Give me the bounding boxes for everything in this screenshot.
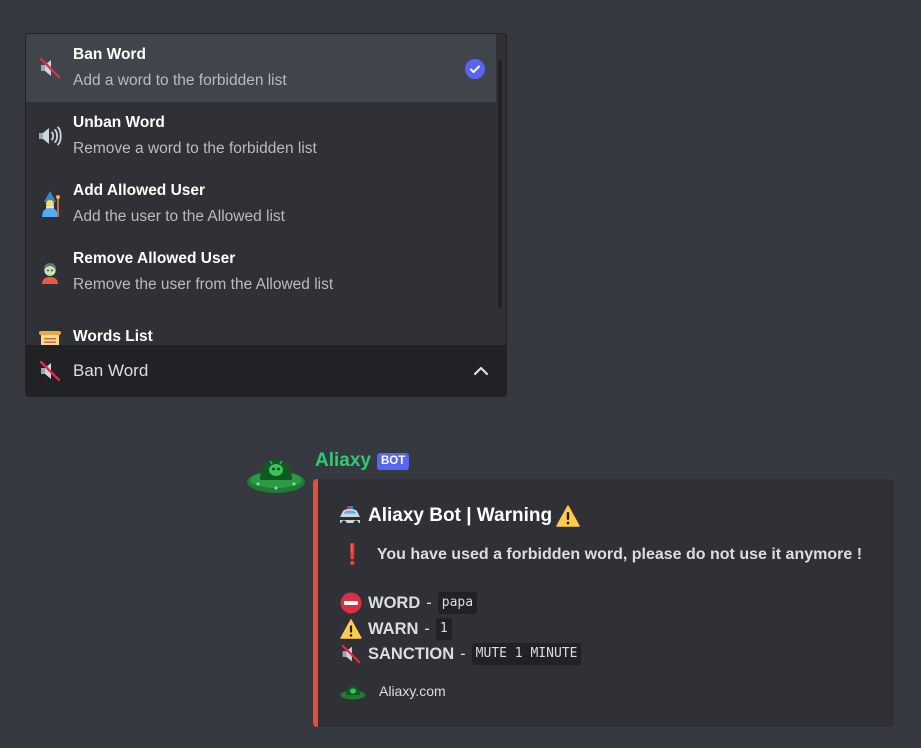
footer-text: Aliaxy.com (379, 683, 446, 699)
option-title: Remove Allowed User (73, 250, 236, 267)
option-title: Ban Word (73, 46, 146, 63)
message-header: Aliaxy BOT (315, 450, 410, 472)
field-name: WARN (368, 619, 419, 638)
zombie-icon (36, 258, 64, 286)
field-value: 1 (435, 618, 452, 640)
embed-description: ❗ You have used a forbidden word, please… (340, 542, 862, 567)
option-title: Words List (73, 328, 153, 345)
embed-title-text: Aliaxy Bot | Warning (368, 505, 553, 526)
field-value: MUTE 1 MINUTE (471, 643, 582, 665)
field-value: papa (437, 592, 478, 614)
embed: Aliaxy Bot | Warning ❗ You have used a f… (313, 479, 894, 727)
option-title: Unban Word (73, 114, 165, 131)
embed-description-text: You have used a forbidden word, please d… (376, 545, 863, 563)
muted-speaker-icon (340, 643, 362, 665)
scroll-icon (36, 326, 64, 347)
police-car-icon (338, 504, 362, 528)
option-description: Add a word to the forbidden list (73, 72, 287, 89)
options-scrollbar[interactable] (498, 60, 502, 308)
warning-icon (340, 618, 362, 640)
option-remove-allowed-user[interactable]: Remove Allowed User Remove the user from… (26, 238, 496, 306)
embed-field-warn: WARN - 1 (340, 618, 452, 640)
exclamation-icon: ❗ (340, 544, 365, 566)
speaker-icon (36, 122, 64, 150)
field-name: SANCTION (368, 644, 455, 663)
option-words-list[interactable]: Words List (26, 306, 496, 347)
option-add-allowed-user[interactable]: Add Allowed User Add the user to the All… (26, 170, 496, 238)
select-menu: Ban Word Add a word to the forbidden lis… (25, 33, 507, 397)
embed-field-sanction: SANCTION - MUTE 1 MINUTE (340, 643, 582, 665)
chevron-up-icon[interactable] (472, 362, 490, 380)
avatar[interactable] (246, 448, 306, 494)
field-name: WORD (368, 593, 421, 612)
bot-tag: BOT (376, 452, 410, 470)
option-description: Remove a word to the forbidden list (73, 140, 317, 157)
muted-speaker-icon (36, 54, 64, 82)
embed-footer: Aliaxy.com (340, 682, 446, 700)
field-separator: - (424, 619, 430, 638)
no-entry-icon (340, 592, 362, 614)
option-description: Add the user to the Allowed list (73, 208, 285, 225)
warning-icon (556, 504, 580, 528)
checkmark-icon (465, 59, 485, 79)
option-unban-word[interactable]: Unban Word Remove a word to the forbidde… (26, 102, 496, 170)
option-ban-word[interactable]: Ban Word Add a word to the forbidden lis… (26, 34, 496, 102)
selected-value: Ban Word (73, 360, 149, 380)
select-options-list: Ban Word Add a word to the forbidden lis… (26, 34, 506, 347)
green-alien-footer-icon (340, 682, 366, 700)
option-description: Remove the user from the Allowed list (73, 276, 334, 293)
option-title: Add Allowed User (73, 182, 206, 199)
author-name[interactable]: Aliaxy (315, 450, 371, 472)
embed-field-word: WORD - papa (340, 592, 478, 614)
select-dropdown-bar[interactable]: Ban Word (26, 345, 506, 396)
wizard-icon (36, 190, 64, 218)
field-separator: - (460, 644, 466, 663)
embed-title: Aliaxy Bot | Warning (338, 504, 580, 528)
field-separator: - (426, 593, 432, 612)
muted-speaker-icon (36, 357, 64, 385)
